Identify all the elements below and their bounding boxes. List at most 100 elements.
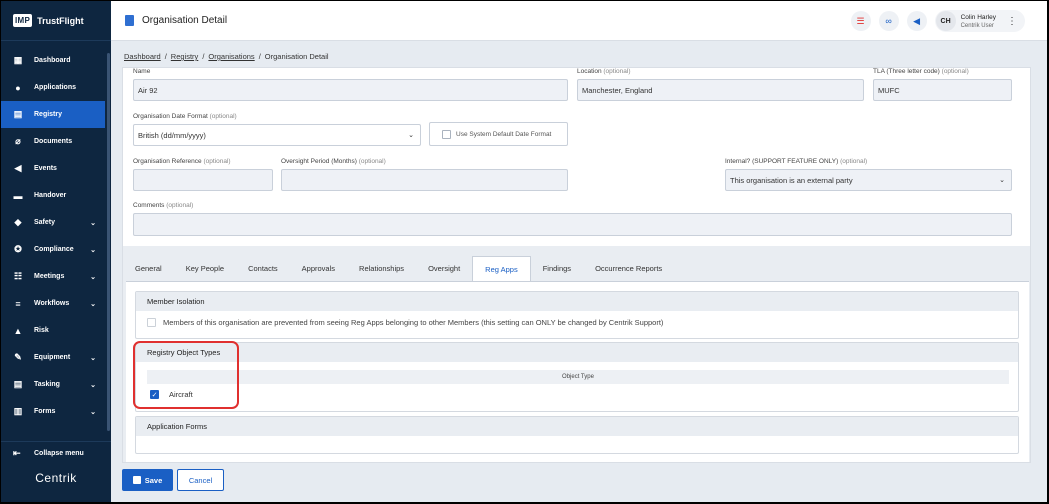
sidebar-item-compliance[interactable]: ✪ Compliance ⌄ — [1, 236, 105, 263]
sidebar-item-label: Forms — [34, 408, 56, 415]
page-scrollbar[interactable] — [1040, 41, 1047, 502]
collapse-menu-button[interactable]: ⇤ Collapse menu — [1, 441, 111, 465]
avatar: CH — [935, 11, 956, 31]
imp-logo: IMP — [13, 14, 33, 27]
announcement-button[interactable]: ◀ — [906, 11, 927, 31]
wrench-icon: ✎ — [14, 352, 22, 362]
tab-general[interactable]: General — [123, 256, 174, 280]
sidebar-item-registry[interactable]: ▤ Registry — [1, 101, 105, 128]
date-format-select[interactable]: British (dd/mm/yyyy) ⌄ — [133, 124, 421, 146]
sidebar-item-label: Documents — [34, 138, 73, 145]
oversight-field[interactable] — [281, 169, 568, 191]
centrik-logo: Centrik — [35, 471, 77, 485]
tab-bar: General Key People Contacts Approvals Relati… — [123, 256, 674, 282]
sidebar-item-label: Compliance — [34, 246, 74, 253]
member-isolation-title: Member Isolation — [136, 292, 1018, 311]
cancel-button[interactable]: Cancel — [177, 469, 224, 491]
internal-select[interactable]: This organisation is an external party ⌄ — [725, 169, 1012, 191]
user-menu[interactable]: CH Colin Harley Centrik User ⋮ — [934, 10, 1025, 32]
sidebar-item-forms[interactable]: ▥ Forms ⌄ — [1, 398, 105, 425]
sidebar-item-label: Equipment — [34, 354, 71, 361]
save-icon — [132, 476, 141, 484]
sidebar-item-safety[interactable]: ◆ Safety ⌄ — [1, 209, 105, 236]
paperclip-icon: ⌀ — [15, 136, 21, 146]
top-actions: ☰ ∞ ◀ CH Colin Harley Centrik User ⋮ — [850, 10, 1025, 32]
workflow-icon: ≡ — [15, 298, 21, 309]
sidebar-item-risk[interactable]: ▲ Risk — [1, 317, 105, 344]
location-field[interactable]: Manchester, England — [577, 79, 864, 101]
tab-oversight[interactable]: Oversight — [416, 256, 472, 280]
sidebar-item-label: Safety — [34, 219, 56, 226]
sidebar-item-label: Tasking — [34, 381, 60, 388]
system-default-label: Use System Default Date Format — [456, 130, 552, 138]
sidebar-item-handover[interactable]: ▬ Handover — [1, 182, 105, 209]
tla-field[interactable]: MUFC — [873, 79, 1012, 101]
sidebar-item-label: Applications — [34, 84, 77, 91]
sidebar-item-equipment[interactable]: ✎ Equipment ⌄ — [1, 344, 105, 371]
registry-object-types-title: Registry Object Types — [136, 343, 1018, 362]
chevron-down-icon: ⌄ — [90, 381, 96, 389]
reference-field[interactable] — [133, 169, 273, 191]
application-forms-title: Application Forms — [136, 417, 1018, 436]
sidebar-item-meetings[interactable]: ☷ Meetings ⌄ — [1, 263, 105, 290]
tab-occurrence-reports[interactable]: Occurrence Reports — [583, 256, 674, 280]
tab-findings[interactable]: Findings — [531, 256, 583, 280]
tab-contacts[interactable]: Contacts — [236, 256, 290, 280]
highlight-annotation — [133, 341, 239, 409]
sidebar: IMP TrustFlight ▦ Dashboard ● Applications ▤… — [1, 1, 111, 502]
sidebar-item-dashboard[interactable]: ▦ Dashboard — [1, 47, 105, 74]
user-icon: ● — [15, 82, 21, 93]
organisation-form: Name Air 92 Location (optional) Manchest… — [122, 67, 1031, 463]
chevron-down-icon: ⌄ — [90, 273, 96, 281]
sidebar-item-events[interactable]: ◀ Events — [1, 155, 105, 182]
chevron-down-icon: ⌄ — [90, 219, 96, 227]
dashboard-icon: ▦ — [13, 55, 23, 65]
breadcrumb-organisations[interactable]: Organisations — [208, 52, 254, 61]
brand[interactable]: IMP TrustFlight — [1, 1, 111, 41]
tab-key-people[interactable]: Key People — [174, 256, 236, 280]
shield-icon: ◆ — [14, 217, 22, 227]
member-isolation-section: Member Isolation Members of this organis… — [135, 291, 1019, 339]
sidebar-item-documents[interactable]: ⌀ Documents — [1, 128, 105, 155]
database-button[interactable]: ☰ — [850, 11, 871, 31]
collapse-menu-label: Collapse menu — [34, 450, 84, 457]
link-button[interactable]: ∞ — [878, 11, 899, 31]
breadcrumb-separator: / — [164, 52, 167, 61]
document-icon — [125, 15, 134, 26]
sidebar-scrollbar[interactable] — [107, 53, 110, 431]
sidebar-item-applications[interactable]: ● Applications — [1, 74, 105, 101]
badge-icon: ✪ — [14, 244, 22, 254]
tab-approvals[interactable]: Approvals — [290, 256, 347, 280]
chevron-down-icon: ⌄ — [408, 132, 414, 139]
sidebar-item-label: Risk — [34, 327, 49, 334]
system-default-date-option[interactable]: Use System Default Date Format — [429, 122, 568, 146]
chevron-down-icon: ⌄ — [999, 177, 1005, 184]
reference-label: Organisation Reference (optional) — [133, 158, 231, 165]
name-field[interactable]: Air 92 — [133, 79, 568, 101]
user-role: Centrik User — [960, 22, 994, 29]
breadcrumb: Dashboard / Registry / Organisations / Organis… — [124, 52, 329, 61]
chevron-down-icon: ⌄ — [90, 354, 96, 362]
save-button[interactable]: Save — [122, 469, 173, 491]
sidebar-item-label: Meetings — [34, 273, 65, 280]
member-isolation-text: Members of this organisation are prevent… — [163, 318, 664, 327]
comments-textarea[interactable] — [133, 213, 1012, 236]
tab-relationships[interactable]: Relationships — [347, 256, 416, 280]
oversight-label: Oversight Period (Months) (optional) — [281, 158, 386, 165]
collapse-icon: ⇤ — [13, 448, 21, 458]
object-type-column-header: Object Type — [147, 370, 1009, 384]
breadcrumb-dashboard[interactable]: Dashboard — [124, 52, 161, 61]
meetings-icon: ☷ — [13, 271, 23, 281]
tla-label: TLA (Three letter code) (optional) — [873, 68, 969, 75]
breadcrumb-registry[interactable]: Registry — [171, 52, 199, 61]
member-isolation-checkbox[interactable] — [147, 318, 156, 327]
system-default-checkbox[interactable] — [442, 129, 451, 139]
sidebar-item-workflows[interactable]: ≡ Workflows ⌄ — [1, 290, 105, 317]
megaphone-icon: ◀ — [14, 163, 22, 173]
brand-name: TrustFlight — [37, 15, 84, 26]
tab-reg-apps[interactable]: Reg Apps — [472, 256, 531, 282]
sidebar-item-tasking[interactable]: ▤ Tasking ⌄ — [1, 371, 105, 398]
date-format-value: British (dd/mm/yyyy) — [138, 130, 206, 140]
more-options-icon[interactable]: ⋮ — [1007, 16, 1017, 27]
reg-apps-panel: Member Isolation Members of this organis… — [126, 281, 1029, 462]
